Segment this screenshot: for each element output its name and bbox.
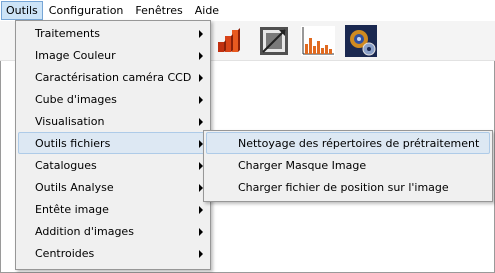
submenu-item-label: Nettoyage des répertoires de prétraiteme… bbox=[238, 137, 480, 150]
submenu-arrow-icon bbox=[199, 30, 203, 38]
submenu-arrow-icon bbox=[199, 250, 203, 258]
menu-aide[interactable]: Aide bbox=[189, 1, 225, 20]
toolbar-button-histogram[interactable] bbox=[301, 26, 335, 56]
menu-fenetres[interactable]: Fenêtres bbox=[129, 1, 188, 20]
outils-menu: Traitements Image Couleur Caractérisatio… bbox=[15, 20, 211, 270]
histogram-icon bbox=[301, 26, 335, 56]
menu-item-label: Catalogues bbox=[35, 159, 97, 172]
menu-item-addition-images[interactable]: Addition d'images bbox=[18, 220, 208, 242]
bar-chart-3d-icon bbox=[218, 28, 240, 52]
submenu-item-nettoyage[interactable]: Nettoyage des répertoires de prétraiteme… bbox=[206, 132, 490, 154]
menu-item-catalogues[interactable]: Catalogues bbox=[18, 154, 208, 176]
submenu-arrow-icon bbox=[199, 228, 203, 236]
menu-item-label: Outils fichiers bbox=[35, 137, 111, 150]
menu-item-entete-image[interactable]: Entête image bbox=[18, 198, 208, 220]
menu-item-label: Visualisation bbox=[35, 115, 105, 128]
submenu-item-charger-masque[interactable]: Charger Masque Image bbox=[206, 154, 490, 176]
toolbar-button-crop[interactable] bbox=[259, 26, 289, 56]
menu-outils[interactable]: Outils bbox=[1, 1, 43, 20]
submenu-item-label: Charger Masque Image bbox=[238, 159, 367, 172]
menu-item-label: Centroides bbox=[35, 247, 95, 260]
menu-item-label: Outils Analyse bbox=[35, 181, 114, 194]
menu-item-label: Entête image bbox=[35, 203, 109, 216]
submenu-arrow-icon bbox=[199, 52, 203, 60]
menu-item-outils-fichiers[interactable]: Outils fichiers bbox=[18, 132, 208, 154]
menu-item-label: Caractérisation caméra CCD bbox=[35, 71, 192, 84]
menu-item-caracterisation-ccd[interactable]: Caractérisation caméra CCD bbox=[18, 66, 208, 88]
submenu-item-label: Charger fichier de position sur l'image bbox=[238, 181, 449, 194]
toolbar-button-barchart[interactable] bbox=[215, 26, 245, 56]
submenu-arrow-icon bbox=[199, 96, 203, 104]
menu-item-label: Cube d'images bbox=[35, 93, 117, 106]
toolbar-button-camera[interactable] bbox=[345, 25, 377, 57]
menu-configuration[interactable]: Configuration bbox=[43, 1, 130, 20]
submenu-arrow-icon bbox=[199, 206, 203, 214]
submenu-arrow-icon bbox=[199, 74, 203, 82]
menu-item-label: Traitements bbox=[35, 27, 101, 40]
menu-item-image-couleur[interactable]: Image Couleur bbox=[18, 44, 208, 66]
menu-item-traitements[interactable]: Traitements bbox=[18, 22, 208, 44]
menu-item-centroides[interactable]: Centroides bbox=[18, 242, 208, 264]
menu-item-label: Image Couleur bbox=[35, 49, 116, 62]
menu-item-label: Addition d'images bbox=[35, 225, 134, 238]
submenu-arrow-icon bbox=[199, 118, 203, 126]
menu-item-outils-analyse[interactable]: Outils Analyse bbox=[18, 176, 208, 198]
outils-fichiers-submenu: Nettoyage des répertoires de prétraiteme… bbox=[203, 130, 493, 202]
crop-frame-icon bbox=[260, 27, 288, 55]
submenu-item-charger-position[interactable]: Charger fichier de position sur l'image bbox=[206, 176, 490, 198]
menu-item-visualisation[interactable]: Visualisation bbox=[18, 110, 208, 132]
menu-item-cube-images[interactable]: Cube d'images bbox=[18, 88, 208, 110]
camera-gear-icon bbox=[345, 25, 377, 57]
menubar: Outils Configuration Fenêtres Aide bbox=[0, 0, 495, 21]
